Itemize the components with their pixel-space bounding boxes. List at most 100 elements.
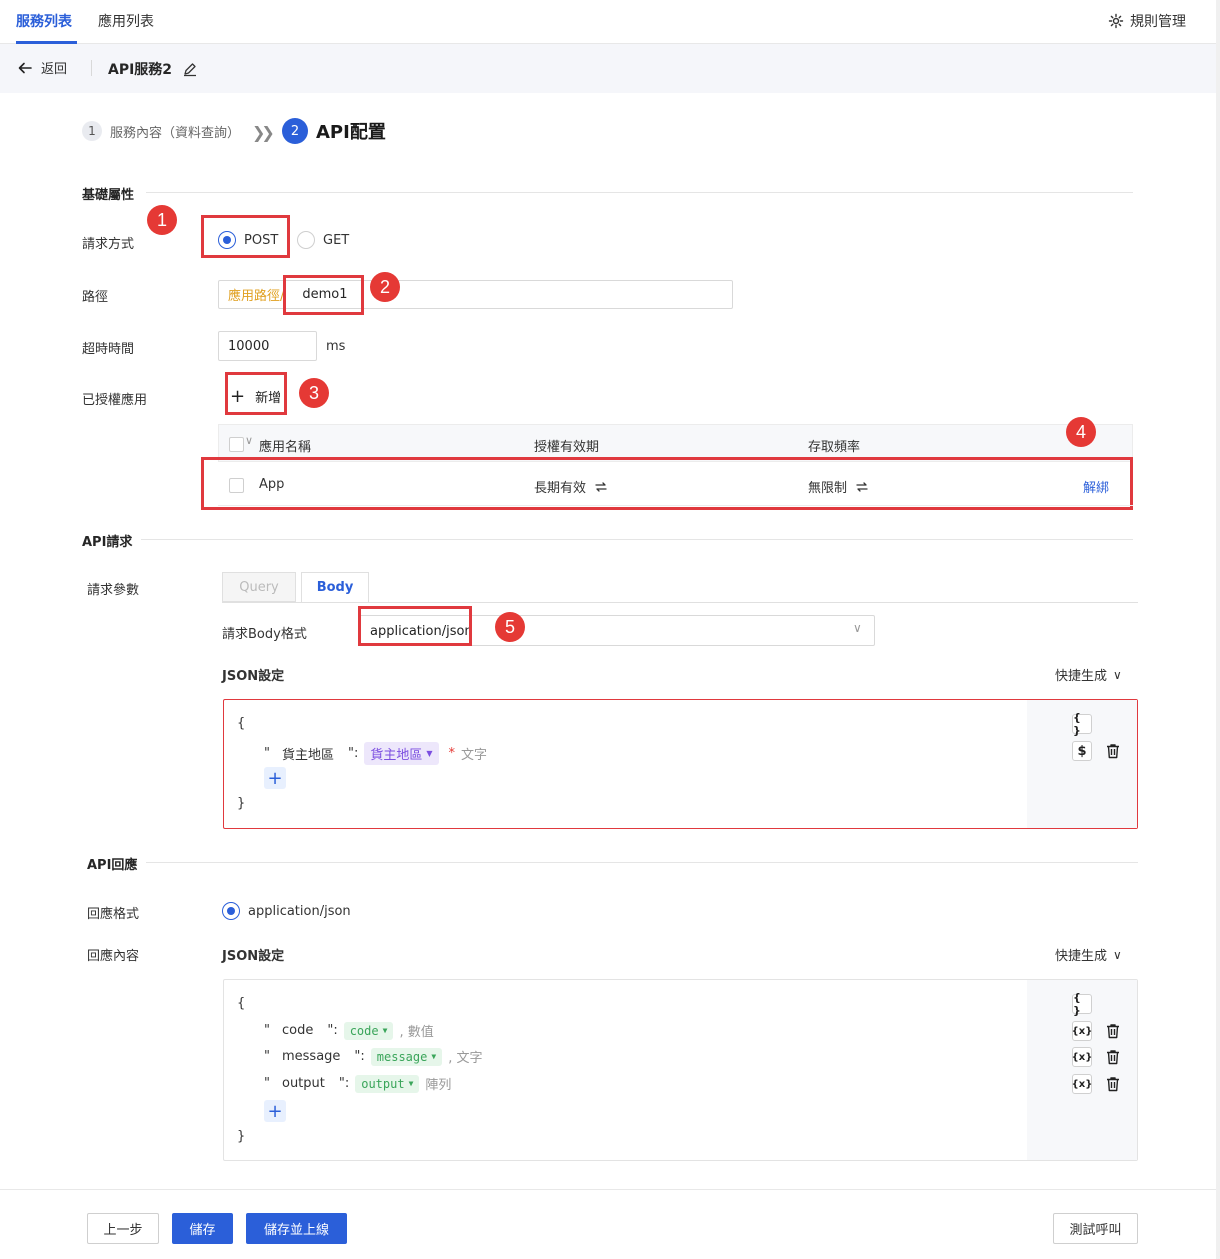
response-content-label: 回應內容 — [87, 949, 140, 964]
radio-unchecked-icon — [297, 231, 315, 249]
json-field-type: , 數值 — [399, 1025, 434, 1040]
json-field-tag[interactable]: output ▼ — [355, 1074, 420, 1093]
gear-icon — [1108, 13, 1124, 29]
select-all-checkbox[interactable] — [229, 437, 244, 452]
response-format-label: 回應格式 — [87, 907, 140, 922]
required-mark: * — [448, 746, 456, 761]
row-frequency[interactable]: 無限制 — [808, 477, 869, 496]
response-quick-generate-button[interactable]: 快捷生成 ∨ — [1055, 945, 1122, 965]
response-format-radio[interactable]: application/json — [222, 902, 351, 920]
variable-x-icon[interactable]: {x} — [1072, 1047, 1092, 1067]
json-open-brace: { — [237, 716, 246, 731]
add-field-button[interactable]: + — [264, 767, 286, 789]
chevron-down-icon[interactable]: ∨ — [245, 434, 253, 447]
test-call-button[interactable]: 測試呼叫 — [1053, 1213, 1138, 1244]
column-frequency: 存取頻率 — [808, 440, 861, 455]
json-field-type: , 文字 — [448, 1051, 483, 1066]
method-get-radio[interactable]: GET — [297, 231, 349, 249]
quote-open: " — [264, 1076, 270, 1091]
section-divider — [141, 539, 1133, 540]
annotation-box-5 — [358, 606, 472, 646]
json-close-brace: } — [237, 796, 246, 811]
json-field-tag-text: 貨主地區 — [370, 748, 423, 763]
quote-close: ": — [348, 746, 359, 761]
quick-generate-label: 快捷生成 — [1055, 949, 1108, 964]
response-format-value: application/json — [248, 903, 351, 919]
plus-icon: + — [267, 767, 283, 789]
prev-step-button[interactable]: 上一步 — [87, 1213, 159, 1244]
request-quick-generate-button[interactable]: 快捷生成 ∨ — [1055, 665, 1122, 685]
object-braces-icon[interactable]: { } — [1072, 711, 1092, 737]
plus-icon: + — [267, 1100, 283, 1122]
json-field-type-text: 數值 — [407, 1025, 434, 1040]
method-post-label: POST — [244, 232, 279, 248]
dollar-variable-icon[interactable]: $ — [1072, 741, 1092, 761]
authorized-apps-label: 已授權應用 — [82, 393, 148, 408]
column-app-name: 應用名稱 — [259, 440, 312, 455]
json-field-tag[interactable]: 貨主地區 ▼ — [364, 742, 439, 765]
request-json-settings-label: JSON設定 — [222, 669, 285, 684]
rules-management-label: 規則管理 — [1130, 14, 1186, 30]
step-2-label: API配置 — [316, 122, 386, 143]
step-1-label: 服務內容（資料查詢） — [110, 125, 241, 141]
caret-down-icon: ▼ — [431, 1052, 437, 1061]
json-field-type: 文字 — [461, 748, 488, 763]
page-scrollbar[interactable] — [1216, 0, 1220, 1259]
json-field-tag-text: message — [376, 1049, 428, 1064]
json-field-tag[interactable]: code ▼ — [343, 1021, 394, 1040]
json-field-tag[interactable]: message ▼ — [370, 1047, 443, 1066]
response-json-editor[interactable] — [223, 979, 1138, 1161]
edit-icon[interactable] — [182, 61, 198, 77]
add-field-button[interactable]: + — [264, 1100, 286, 1122]
request-params-label: 請求參數 — [87, 583, 140, 598]
method-label: 請求方式 — [82, 237, 135, 252]
row-checkbox[interactable] — [229, 478, 244, 493]
row-validity-text: 長期有效 — [534, 481, 587, 496]
add-authorized-app-button[interactable]: + 新增 — [230, 387, 281, 406]
annotation-badge-1: 1 — [147, 205, 177, 235]
step-1[interactable]: 1 服務內容（資料查詢） — [82, 121, 240, 141]
trash-icon[interactable] — [1104, 1075, 1122, 1093]
chevron-down-icon: ∨ — [1113, 667, 1122, 682]
tabs-baseline — [222, 602, 1138, 603]
page-title: API服務2 — [108, 59, 198, 79]
rules-management-button[interactable]: 規則管理 — [1108, 11, 1186, 31]
json-field-row: " message ": message ▼ , 文字 — [264, 1047, 482, 1066]
top-tab-bar — [0, 0, 1220, 44]
service-name: API服務2 — [108, 62, 173, 78]
trash-icon[interactable] — [1104, 742, 1122, 760]
annotation-badge-2: 2 — [370, 272, 400, 302]
row-validity[interactable]: 長期有效 — [534, 477, 608, 496]
section-basic-title: 基礎屬性 — [82, 188, 135, 203]
variable-x-icon[interactable]: {x} — [1072, 1074, 1092, 1094]
unbind-link[interactable]: 解綁 — [1083, 477, 1109, 496]
back-label: 返回 — [41, 62, 68, 77]
section-divider — [146, 192, 1133, 193]
caret-down-icon: ▼ — [382, 1026, 388, 1035]
tab-body[interactable]: Body — [301, 572, 369, 603]
timeout-unit: ms — [326, 339, 346, 354]
timeout-input[interactable]: 10000 — [218, 331, 317, 361]
tab-application-list[interactable]: 應用列表 — [98, 11, 154, 31]
trash-icon[interactable] — [1104, 1022, 1122, 1040]
caret-down-icon: ▼ — [408, 1079, 414, 1088]
variable-x-icon[interactable]: {x} — [1072, 1021, 1092, 1041]
step-2-number: 2 — [282, 118, 308, 144]
quote-close: ": — [354, 1049, 365, 1064]
quote-close: ": — [327, 1023, 338, 1038]
chevron-down-icon: ∨ — [1113, 947, 1122, 962]
back-button[interactable]: 返回 — [17, 58, 67, 77]
json-open-brace: { — [237, 996, 246, 1011]
save-button[interactable]: 儲存 — [172, 1213, 233, 1244]
trash-icon[interactable] — [1104, 1048, 1122, 1066]
object-braces-icon[interactable]: { } — [1072, 991, 1092, 1017]
save-and-publish-button[interactable]: 儲存並上線 — [246, 1213, 347, 1244]
caret-down-icon: ▼ — [426, 749, 433, 758]
quote-open: " — [264, 1049, 270, 1064]
tab-query[interactable]: Query — [222, 572, 296, 602]
quote-open: " — [264, 1023, 270, 1038]
quote-close: ": — [338, 1076, 350, 1091]
method-post-radio[interactable]: POST — [218, 231, 278, 249]
tab-service-list[interactable]: 服務列表 — [16, 11, 72, 31]
arrow-left-icon — [18, 62, 32, 73]
